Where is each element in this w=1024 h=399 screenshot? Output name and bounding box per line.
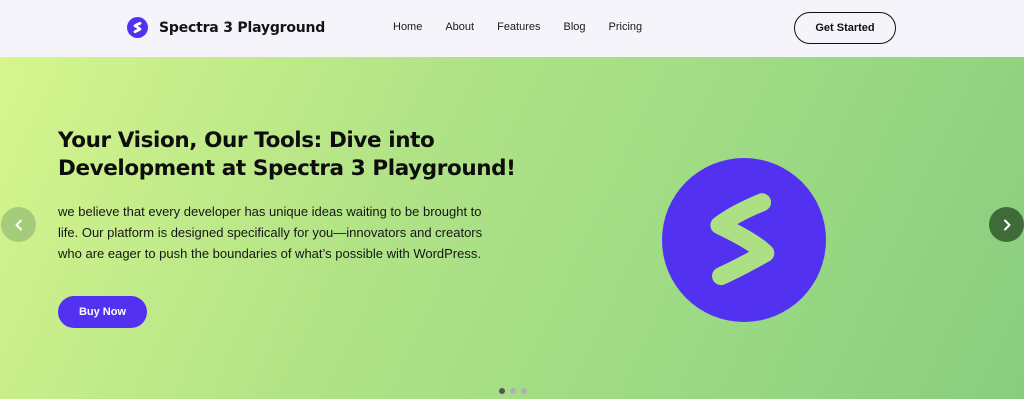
nav-features[interactable]: Features <box>495 19 542 35</box>
buy-now-button[interactable]: Buy Now <box>58 296 147 328</box>
get-started-button[interactable]: Get Started <box>794 12 896 44</box>
hero-headline: Your Vision, Our Tools: Dive into Develo… <box>58 128 516 181</box>
spectra-logo-icon <box>662 158 826 322</box>
nav-home[interactable]: Home <box>391 19 424 35</box>
site-logo[interactable]: Spectra 3 Playground <box>127 17 325 38</box>
main-nav: Home About Features Blog Pricing <box>391 19 644 35</box>
hero-description: we believe that every developer has uniq… <box>58 204 483 261</box>
spectra-logo-icon <box>127 17 148 38</box>
slider-pagination <box>499 388 527 394</box>
nav-about[interactable]: About <box>443 19 476 35</box>
slider-prev-button[interactable] <box>1 207 36 242</box>
nav-blog[interactable]: Blog <box>562 19 588 35</box>
site-header: Spectra 3 Playground Home About Features… <box>0 0 1024 57</box>
hero-slider: Your Vision, Our Tools: Dive into Develo… <box>0 57 1024 399</box>
chevron-left-icon <box>15 219 22 230</box>
nav-pricing[interactable]: Pricing <box>607 19 645 35</box>
slider-dot[interactable] <box>499 388 505 394</box>
slider-dot[interactable] <box>521 388 527 394</box>
site-title: Spectra 3 Playground <box>159 19 326 36</box>
slider-dot[interactable] <box>510 388 516 394</box>
slider-next-button[interactable] <box>989 207 1024 242</box>
chevron-right-icon <box>1003 219 1010 230</box>
